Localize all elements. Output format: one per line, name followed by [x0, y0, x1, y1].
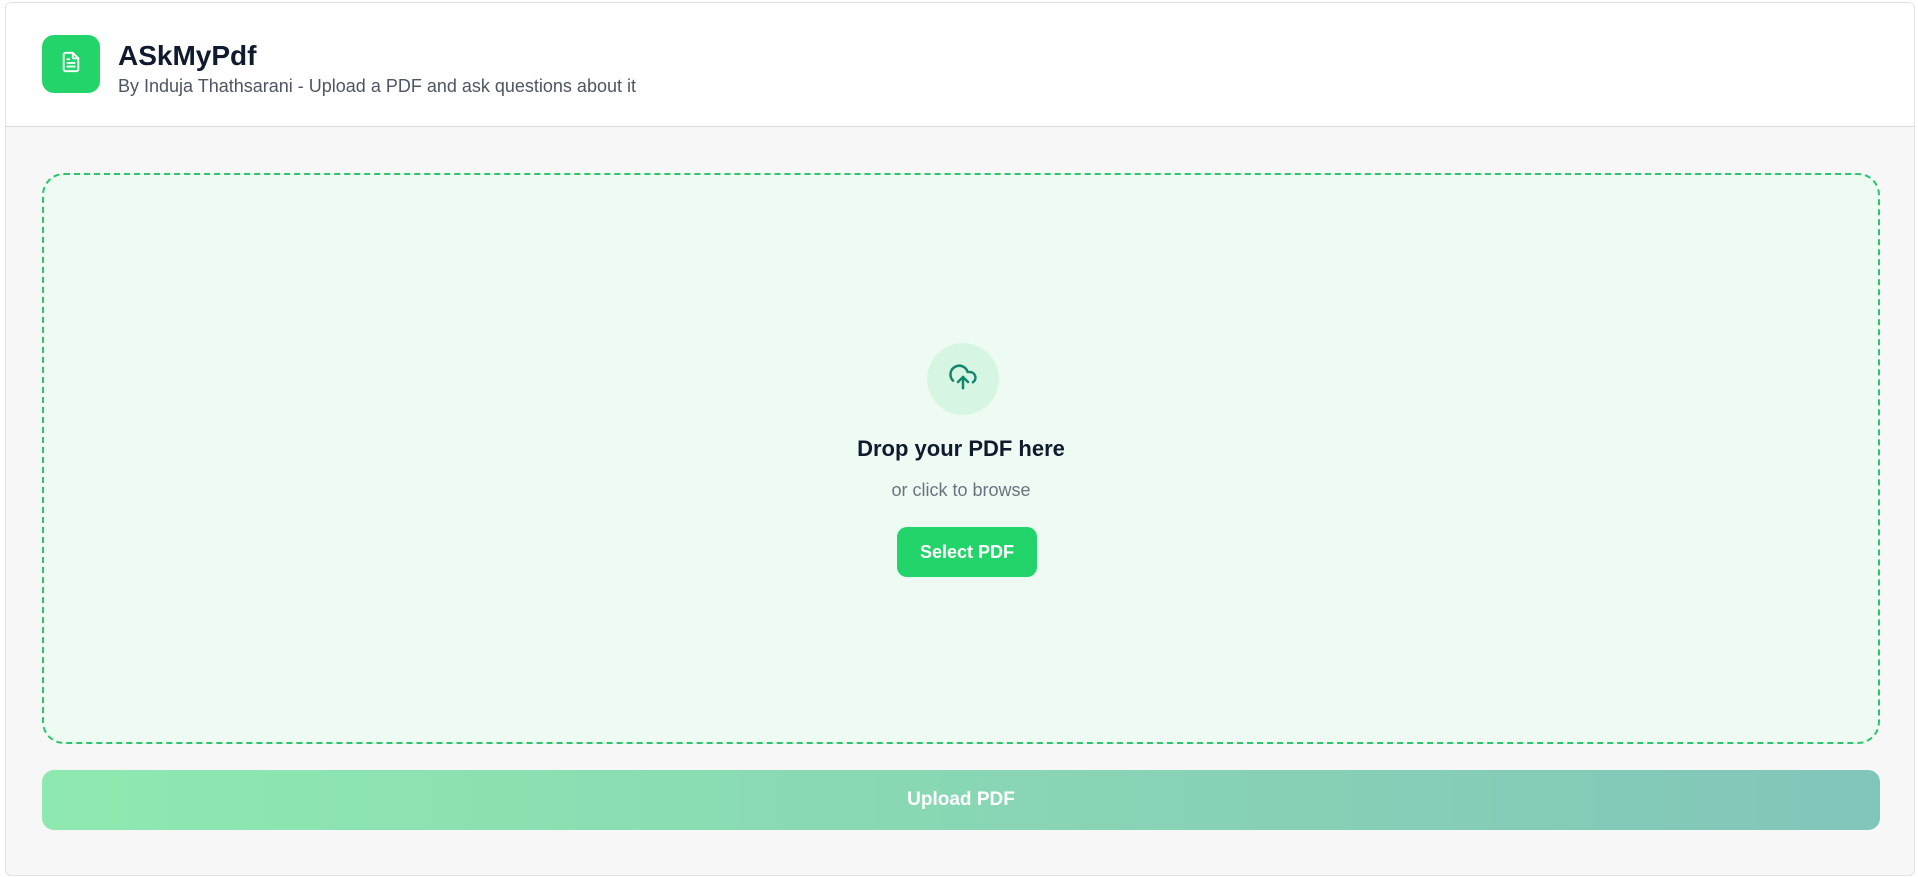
pdf-drop-zone[interactable]: Drop your PDF here or click to browse Se… [42, 173, 1880, 744]
document-icon [60, 51, 82, 78]
select-pdf-button[interactable]: Select PDF [897, 527, 1037, 577]
upload-icon-circle [927, 343, 999, 415]
drop-zone-title: Drop your PDF here [857, 436, 1065, 461]
app-window: ASkMyPdf By Induja Thathsarani - Upload … [5, 2, 1915, 876]
cloud-upload-icon [948, 362, 978, 397]
drop-zone-hint: or click to browse [891, 480, 1031, 500]
upload-pdf-button[interactable]: Upload PDF [42, 770, 1880, 830]
app-title: ASkMyPdf [118, 40, 257, 71]
app-header: ASkMyPdf By Induja Thathsarani - Upload … [6, 3, 1914, 127]
app-logo [42, 35, 100, 93]
app-subtitle: By Induja Thathsarani - Upload a PDF and… [118, 76, 636, 96]
